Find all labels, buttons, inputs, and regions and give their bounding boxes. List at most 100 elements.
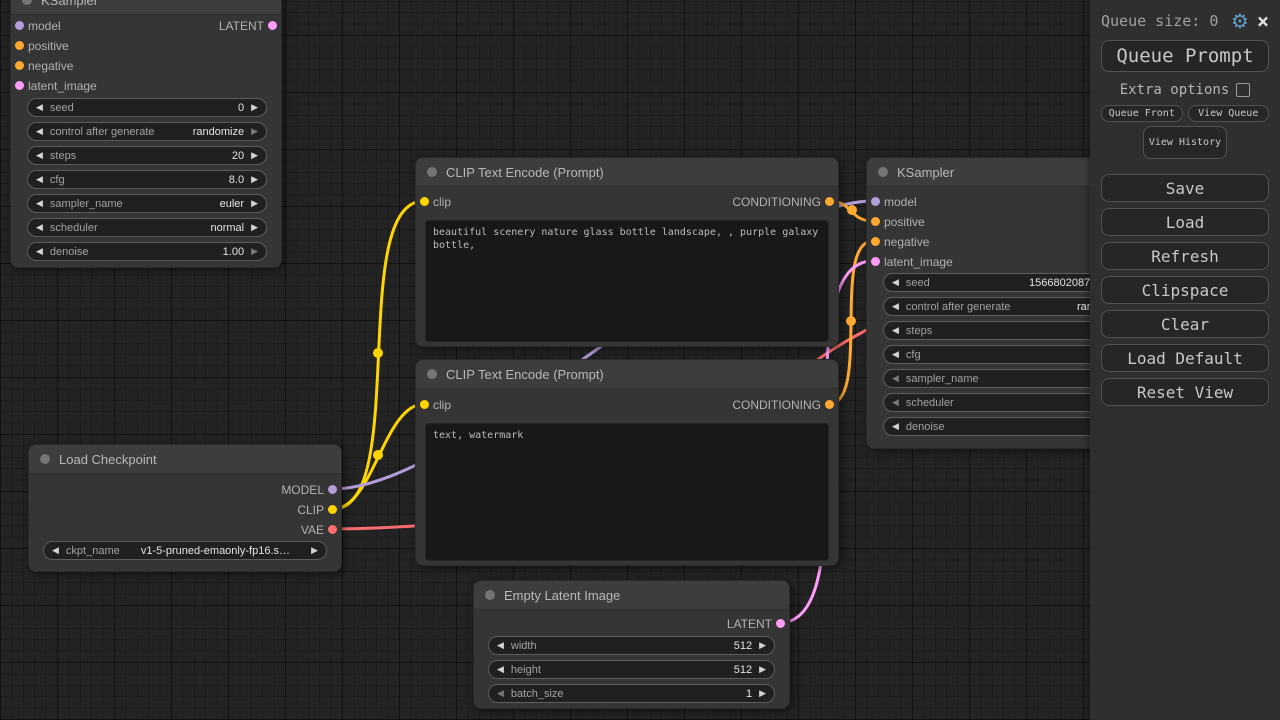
- model-input-port[interactable]: [871, 197, 880, 206]
- node-title-bar[interactable]: CLIP Text Encode (Prompt): [416, 360, 838, 389]
- widget-scheduler[interactable]: ◀ scheduler normal ▶: [27, 218, 267, 237]
- prompt-textarea[interactable]: beautiful scenery nature glass bottle la…: [425, 220, 829, 342]
- increment-arrow-icon[interactable]: ▶: [251, 127, 258, 136]
- widget-control-after-generate[interactable]: ◀ control after generate randomize ▶: [27, 122, 267, 141]
- collapse-dot-icon[interactable]: [40, 454, 50, 464]
- previous-arrow-icon[interactable]: ◀: [52, 546, 59, 555]
- node-title-bar[interactable]: Load Checkpoint: [29, 445, 341, 474]
- widget-height[interactable]: ◀ height 512 ▶: [488, 660, 775, 679]
- decrement-arrow-icon[interactable]: ◀: [497, 641, 504, 650]
- decrement-arrow-icon[interactable]: ◀: [497, 689, 504, 698]
- widget-value: 1: [746, 688, 752, 700]
- collapse-dot-icon[interactable]: [485, 590, 495, 600]
- increment-arrow-icon[interactable]: ▶: [251, 247, 258, 256]
- decrement-arrow-icon[interactable]: ◀: [892, 278, 899, 287]
- output-vae: VAE: [301, 520, 324, 540]
- node-title-bar[interactable]: Empty Latent Image: [474, 581, 789, 610]
- increment-arrow-icon[interactable]: ▶: [759, 641, 766, 650]
- decrement-arrow-icon[interactable]: ◀: [36, 151, 43, 160]
- decrement-arrow-icon[interactable]: ◀: [892, 302, 899, 311]
- increment-arrow-icon[interactable]: ▶: [759, 665, 766, 674]
- conditioning-output-port[interactable]: [825, 197, 834, 206]
- increment-arrow-icon[interactable]: ▶: [759, 689, 766, 698]
- latent-input-port[interactable]: [15, 81, 24, 90]
- vae-output-port[interactable]: [328, 525, 337, 534]
- latent-input-port[interactable]: [871, 257, 880, 266]
- decrement-arrow-icon[interactable]: ◀: [892, 350, 899, 359]
- increment-arrow-icon[interactable]: ▶: [251, 151, 258, 160]
- decrement-arrow-icon[interactable]: ◀: [892, 326, 899, 335]
- refresh-button[interactable]: Refresh: [1101, 242, 1269, 270]
- prompt-textarea[interactable]: text, watermark: [425, 423, 829, 561]
- conditioning-input-port[interactable]: [871, 217, 880, 226]
- decrement-arrow-icon[interactable]: ◀: [892, 398, 899, 407]
- view-queue-button[interactable]: View Queue: [1188, 105, 1270, 122]
- widget-cfg[interactable]: ◀ cfg 8.0 ▶: [27, 170, 267, 189]
- model-output-port[interactable]: [328, 485, 337, 494]
- decrement-arrow-icon[interactable]: ◀: [36, 223, 43, 232]
- output-label: CONDITIONING: [732, 398, 821, 412]
- increment-arrow-icon[interactable]: ▶: [251, 223, 258, 232]
- output-label: VAE: [301, 523, 324, 537]
- increment-arrow-icon[interactable]: ▶: [251, 175, 258, 184]
- increment-arrow-icon[interactable]: ▶: [251, 199, 258, 208]
- save-button[interactable]: Save: [1101, 174, 1269, 202]
- collapse-dot-icon[interactable]: [427, 167, 437, 177]
- node-clip-text-encode-negative[interactable]: CLIP Text Encode (Prompt) clip CONDITION…: [415, 359, 839, 566]
- decrement-arrow-icon[interactable]: ◀: [36, 103, 43, 112]
- clip-input-port[interactable]: [420, 197, 429, 206]
- decrement-arrow-icon[interactable]: ◀: [892, 374, 899, 383]
- queue-size-label: Queue size: 0: [1101, 12, 1218, 30]
- decrement-arrow-icon[interactable]: ◀: [892, 422, 899, 431]
- widget-label: batch_size: [511, 688, 564, 700]
- decrement-arrow-icon[interactable]: ◀: [36, 199, 43, 208]
- node-title-bar[interactable]: CLIP Text Encode (Prompt): [416, 158, 838, 187]
- increment-arrow-icon[interactable]: ▶: [251, 103, 258, 112]
- load-default-button[interactable]: Load Default: [1101, 344, 1269, 372]
- node-empty-latent-image[interactable]: Empty Latent Image LATENT ◀ width 512 ▶ …: [473, 580, 790, 709]
- clip-output-port[interactable]: [328, 505, 337, 514]
- decrement-arrow-icon[interactable]: ◀: [36, 175, 43, 184]
- queue-front-button[interactable]: Queue Front: [1101, 105, 1183, 122]
- conditioning-output-port[interactable]: [825, 400, 834, 409]
- widget-steps[interactable]: ◀ steps 20 ▶: [27, 146, 267, 165]
- collapse-dot-icon[interactable]: [22, 0, 32, 5]
- latent-output-port[interactable]: [268, 21, 277, 30]
- conditioning-input-port[interactable]: [871, 237, 880, 246]
- node-clip-text-encode-positive[interactable]: CLIP Text Encode (Prompt) clip CONDITION…: [415, 157, 839, 347]
- decrement-arrow-icon[interactable]: ◀: [36, 127, 43, 136]
- node-ksampler-left[interactable]: KSampler model positive negative latent_…: [10, 0, 282, 268]
- clear-button[interactable]: Clear: [1101, 310, 1269, 338]
- widget-denoise[interactable]: ◀ denoise 1.00 ▶: [27, 242, 267, 261]
- input-negative: negative: [884, 232, 929, 252]
- extra-options-checkbox[interactable]: [1236, 83, 1250, 97]
- decrement-arrow-icon[interactable]: ◀: [36, 247, 43, 256]
- output-clip: CLIP: [297, 500, 324, 520]
- widget-ckpt-name[interactable]: ◀ ckpt_name v1-5-pruned-emaonly-fp16.s… …: [43, 541, 327, 560]
- conditioning-input-port[interactable]: [15, 41, 24, 50]
- queue-prompt-button[interactable]: Queue Prompt: [1101, 40, 1269, 72]
- clipspace-button[interactable]: Clipspace: [1101, 276, 1269, 304]
- node-title-bar[interactable]: KSampler: [11, 0, 281, 15]
- conditioning-input-port[interactable]: [15, 61, 24, 70]
- input-label: latent_image: [28, 79, 97, 93]
- link-midpoint-dot: [846, 316, 856, 326]
- view-history-button[interactable]: View History: [1143, 126, 1227, 159]
- decrement-arrow-icon[interactable]: ◀: [497, 665, 504, 674]
- load-button[interactable]: Load: [1101, 208, 1269, 236]
- latent-output-port[interactable]: [776, 619, 785, 628]
- collapse-dot-icon[interactable]: [878, 167, 888, 177]
- clip-input-port[interactable]: [420, 400, 429, 409]
- reset-view-button[interactable]: Reset View: [1101, 378, 1269, 406]
- widget-batch-size[interactable]: ◀ batch_size 1 ▶: [488, 684, 775, 703]
- close-icon[interactable]: ×: [1257, 11, 1269, 31]
- node-load-checkpoint[interactable]: Load Checkpoint MODEL CLIP VAE ◀ ckpt_na…: [28, 444, 342, 572]
- widget-seed[interactable]: ◀ seed 0 ▶: [27, 98, 267, 117]
- widget-width[interactable]: ◀ width 512 ▶: [488, 636, 775, 655]
- model-input-port[interactable]: [15, 21, 24, 30]
- node-graph-canvas[interactable]: KSampler model positive negative latent_…: [0, 0, 1280, 720]
- next-arrow-icon[interactable]: ▶: [311, 546, 318, 555]
- collapse-dot-icon[interactable]: [427, 369, 437, 379]
- widget-sampler-name[interactable]: ◀ sampler_name euler ▶: [27, 194, 267, 213]
- settings-gear-icon[interactable]: ⚙: [1231, 11, 1249, 31]
